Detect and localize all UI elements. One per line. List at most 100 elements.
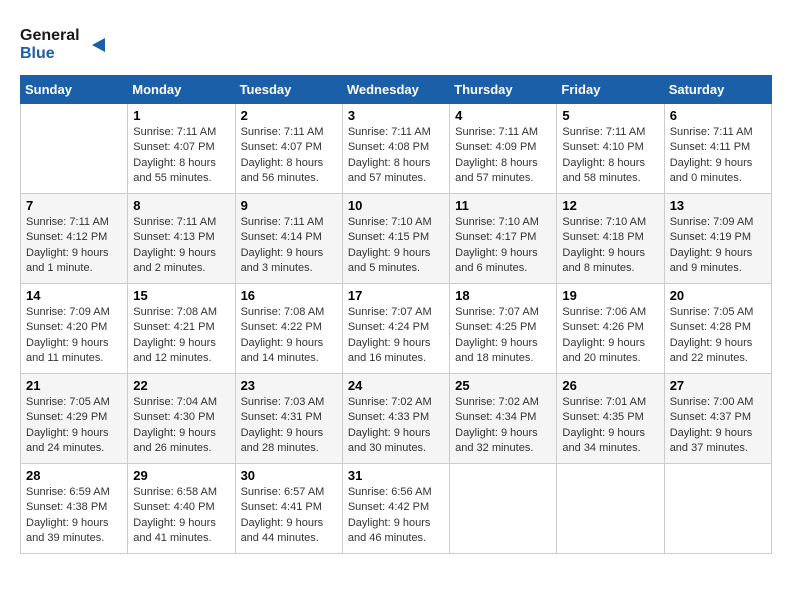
header: General Blue — [20, 20, 772, 65]
day-info: Sunrise: 7:11 AM Sunset: 4:10 PM Dayligh… — [562, 125, 658, 187]
weekday-header-sunday: Sunday — [21, 76, 128, 104]
calendar-cell: 22 Sunrise: 7:04 AM Sunset: 4:30 PM Dayli… — [128, 374, 235, 464]
day-number: 25 — [455, 378, 551, 393]
calendar-cell: 14 Sunrise: 7:09 AM Sunset: 4:20 PM Dayli… — [21, 284, 128, 374]
day-number: 26 — [562, 378, 658, 393]
day-number: 3 — [348, 108, 444, 123]
day-number: 27 — [670, 378, 766, 393]
day-number: 8 — [133, 198, 229, 213]
day-info: Sunrise: 7:10 AM Sunset: 4:15 PM Dayligh… — [348, 215, 444, 277]
weekday-header-wednesday: Wednesday — [342, 76, 449, 104]
weekday-header-saturday: Saturday — [664, 76, 771, 104]
calendar-cell: 23Sunrise: 7:03 AM Sunset: 4:31 PM Dayli… — [235, 374, 342, 464]
calendar-week-row: 28 Sunrise: 6:59 AM Sunset: 4:38 PM Dayli… — [21, 464, 772, 554]
calendar-week-row: 7 Sunrise: 7:11 AM Sunset: 4:12 PM Daylig… — [21, 194, 772, 284]
calendar-cell: 31 Sunrise: 6:56 AM Sunset: 4:42 PM Dayli… — [342, 464, 449, 554]
day-info: Sunrise: 7:01 AM Sunset: 4:35 PM Dayligh… — [562, 395, 658, 457]
day-info: Sunrise: 7:05 AM Sunset: 4:29 PM Dayligh… — [26, 395, 122, 457]
calendar-cell: 4Sunrise: 7:11 AM Sunset: 4:09 PM Daylig… — [450, 104, 557, 194]
day-info: Sunrise: 7:06 AM Sunset: 4:26 PM Dayligh… — [562, 305, 658, 367]
calendar-cell: 25 Sunrise: 7:02 AM Sunset: 4:34 PM Dayli… — [450, 374, 557, 464]
calendar-cell — [557, 464, 664, 554]
day-info: Sunrise: 7:07 AM Sunset: 4:25 PM Dayligh… — [455, 305, 551, 367]
calendar-cell: 12Sunrise: 7:10 AM Sunset: 4:18 PM Dayli… — [557, 194, 664, 284]
day-number: 22 — [133, 378, 229, 393]
weekday-header-monday: Monday — [128, 76, 235, 104]
day-number: 18 — [455, 288, 551, 303]
calendar-cell: 6 Sunrise: 7:11 AM Sunset: 4:11 PM Daylig… — [664, 104, 771, 194]
day-number: 31 — [348, 468, 444, 483]
day-info: Sunrise: 7:09 AM Sunset: 4:20 PM Dayligh… — [26, 305, 122, 367]
calendar-cell: 19Sunrise: 7:06 AM Sunset: 4:26 PM Dayli… — [557, 284, 664, 374]
calendar-cell: 11 Sunrise: 7:10 AM Sunset: 4:17 PM Dayli… — [450, 194, 557, 284]
day-number: 20 — [670, 288, 766, 303]
calendar-week-row: 14 Sunrise: 7:09 AM Sunset: 4:20 PM Dayli… — [21, 284, 772, 374]
calendar-cell: 3 Sunrise: 7:11 AM Sunset: 4:08 PM Daylig… — [342, 104, 449, 194]
calendar-cell: 16 Sunrise: 7:08 AM Sunset: 4:22 PM Dayli… — [235, 284, 342, 374]
svg-text:General: General — [20, 27, 80, 44]
day-number: 9 — [241, 198, 337, 213]
calendar-cell: 15Sunrise: 7:08 AM Sunset: 4:21 PM Dayli… — [128, 284, 235, 374]
calendar-cell: 9Sunrise: 7:11 AM Sunset: 4:14 PM Daylig… — [235, 194, 342, 284]
day-info: Sunrise: 7:11 AM Sunset: 4:13 PM Dayligh… — [133, 215, 229, 277]
day-number: 14 — [26, 288, 122, 303]
weekday-header-row: SundayMondayTuesdayWednesdayThursdayFrid… — [21, 76, 772, 104]
calendar-cell: 18 Sunrise: 7:07 AM Sunset: 4:25 PM Dayli… — [450, 284, 557, 374]
day-info: Sunrise: 7:07 AM Sunset: 4:24 PM Dayligh… — [348, 305, 444, 367]
calendar-cell: 8 Sunrise: 7:11 AM Sunset: 4:13 PM Daylig… — [128, 194, 235, 284]
day-number: 13 — [670, 198, 766, 213]
calendar-cell — [664, 464, 771, 554]
day-info: Sunrise: 6:57 AM Sunset: 4:41 PM Dayligh… — [241, 485, 337, 547]
day-number: 15 — [133, 288, 229, 303]
day-info: Sunrise: 7:11 AM Sunset: 4:07 PM Dayligh… — [133, 125, 229, 187]
day-info: Sunrise: 7:05 AM Sunset: 4:28 PM Dayligh… — [670, 305, 766, 367]
day-info: Sunrise: 6:56 AM Sunset: 4:42 PM Dayligh… — [348, 485, 444, 547]
calendar-week-row: 21 Sunrise: 7:05 AM Sunset: 4:29 PM Dayli… — [21, 374, 772, 464]
day-info: Sunrise: 7:10 AM Sunset: 4:17 PM Dayligh… — [455, 215, 551, 277]
calendar-cell: 5Sunrise: 7:11 AM Sunset: 4:10 PM Daylig… — [557, 104, 664, 194]
weekday-header-friday: Friday — [557, 76, 664, 104]
logo: General Blue — [20, 20, 130, 65]
day-number: 11 — [455, 198, 551, 213]
calendar-cell: 7 Sunrise: 7:11 AM Sunset: 4:12 PM Daylig… — [21, 194, 128, 284]
day-info: Sunrise: 7:10 AM Sunset: 4:18 PM Dayligh… — [562, 215, 658, 277]
calendar-cell: 2 Sunrise: 7:11 AM Sunset: 4:07 PM Daylig… — [235, 104, 342, 194]
calendar-table: SundayMondayTuesdayWednesdayThursdayFrid… — [20, 75, 772, 554]
day-number: 6 — [670, 108, 766, 123]
calendar-week-row: 1 Sunrise: 7:11 AM Sunset: 4:07 PM Daylig… — [21, 104, 772, 194]
calendar-cell — [21, 104, 128, 194]
calendar-cell: 1 Sunrise: 7:11 AM Sunset: 4:07 PM Daylig… — [128, 104, 235, 194]
day-number: 21 — [26, 378, 122, 393]
day-number: 16 — [241, 288, 337, 303]
day-number: 30 — [241, 468, 337, 483]
day-number: 10 — [348, 198, 444, 213]
calendar-cell: 17Sunrise: 7:07 AM Sunset: 4:24 PM Dayli… — [342, 284, 449, 374]
day-info: Sunrise: 6:59 AM Sunset: 4:38 PM Dayligh… — [26, 485, 122, 547]
day-number: 4 — [455, 108, 551, 123]
calendar-cell: 29Sunrise: 6:58 AM Sunset: 4:40 PM Dayli… — [128, 464, 235, 554]
day-number: 29 — [133, 468, 229, 483]
weekday-header-thursday: Thursday — [450, 76, 557, 104]
day-info: Sunrise: 7:11 AM Sunset: 4:08 PM Dayligh… — [348, 125, 444, 187]
calendar-cell: 30 Sunrise: 6:57 AM Sunset: 4:41 PM Dayli… — [235, 464, 342, 554]
day-number: 2 — [241, 108, 337, 123]
day-info: Sunrise: 7:09 AM Sunset: 4:19 PM Dayligh… — [670, 215, 766, 277]
day-info: Sunrise: 7:02 AM Sunset: 4:34 PM Dayligh… — [455, 395, 551, 457]
svg-text:Blue: Blue — [20, 45, 55, 62]
day-info: Sunrise: 7:11 AM Sunset: 4:12 PM Dayligh… — [26, 215, 122, 277]
calendar-cell: 13 Sunrise: 7:09 AM Sunset: 4:19 PM Dayli… — [664, 194, 771, 284]
day-number: 7 — [26, 198, 122, 213]
calendar-cell: 10 Sunrise: 7:10 AM Sunset: 4:15 PM Dayli… — [342, 194, 449, 284]
day-info: Sunrise: 7:11 AM Sunset: 4:11 PM Dayligh… — [670, 125, 766, 187]
day-info: Sunrise: 7:04 AM Sunset: 4:30 PM Dayligh… — [133, 395, 229, 457]
day-info: Sunrise: 7:08 AM Sunset: 4:22 PM Dayligh… — [241, 305, 337, 367]
day-number: 1 — [133, 108, 229, 123]
calendar-cell: 27Sunrise: 7:00 AM Sunset: 4:37 PM Dayli… — [664, 374, 771, 464]
day-number: 28 — [26, 468, 122, 483]
calendar-cell: 26 Sunrise: 7:01 AM Sunset: 4:35 PM Dayli… — [557, 374, 664, 464]
day-info: Sunrise: 7:03 AM Sunset: 4:31 PM Dayligh… — [241, 395, 337, 457]
day-info: Sunrise: 7:11 AM Sunset: 4:07 PM Dayligh… — [241, 125, 337, 187]
calendar-cell: 28 Sunrise: 6:59 AM Sunset: 4:38 PM Dayli… — [21, 464, 128, 554]
calendar-cell: 24Sunrise: 7:02 AM Sunset: 4:33 PM Dayli… — [342, 374, 449, 464]
day-info: Sunrise: 7:02 AM Sunset: 4:33 PM Dayligh… — [348, 395, 444, 457]
